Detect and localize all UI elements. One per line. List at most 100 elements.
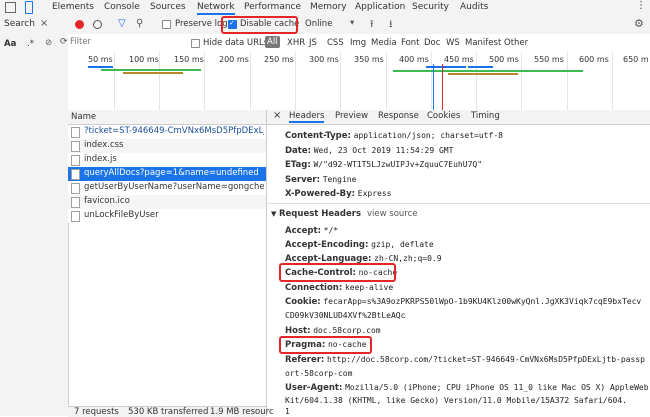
request-row[interactable]: getUserByUserName?userName=gongchenghui (68, 181, 266, 195)
timeline-tick: 50 ms (88, 55, 113, 64)
devtools-tab-bar: Elements Console Sources Network Perform… (0, 0, 650, 16)
header-key: Referer: (285, 355, 325, 365)
dom-content-loaded-marker (433, 64, 434, 110)
tab-timing[interactable]: Timing (471, 111, 500, 121)
panel-divider[interactable] (266, 110, 267, 416)
request-name: getUserByUserName?userName=gongchenghui (84, 182, 264, 192)
xhr-file-icon (71, 211, 80, 222)
chevron-down-icon[interactable]: ▾ (350, 18, 354, 28)
type-filter-css[interactable]: CSS (327, 38, 344, 48)
view-source-link[interactable]: view source (367, 209, 418, 219)
request-row[interactable]: index.js (68, 153, 266, 167)
header-line: Referer: http://doc.58corp.com/?ticket=S… (285, 355, 645, 365)
tab-performance[interactable]: Performance (244, 0, 301, 15)
header-value: application/json; charset=utf-8 (353, 131, 503, 140)
tab-audits[interactable]: Audits (460, 0, 488, 15)
settings-gear-icon[interactable]: ⚙ (634, 17, 644, 30)
header-line: Host: doc.58corp.com (285, 326, 381, 336)
refresh-icon[interactable]: ⟳ (60, 37, 68, 47)
timeline-tick: 350 ms (354, 55, 384, 64)
type-filter-xhr[interactable]: XHR (287, 38, 305, 48)
header-value: Mozilla/5.0 (iPhone; CPU iPhone OS 11_0 … (345, 383, 649, 392)
request-row[interactable]: ?ticket=ST-946649-CmVNx6MsD5PfpDExLjtb..… (68, 125, 266, 139)
timeline-overview[interactable]: 50 ms 100 ms 150 ms 200 ms 250 ms 300 ms… (68, 52, 650, 111)
request-headers-title[interactable]: Request Headers (279, 209, 361, 219)
type-filter-media[interactable]: Media (371, 38, 397, 48)
close-details-icon[interactable]: × (273, 110, 281, 121)
timeline-bar (468, 66, 493, 68)
tab-memory[interactable]: Memory (310, 0, 347, 15)
more-options-icon[interactable]: ⋮ (636, 0, 646, 11)
filter-bar: ⟳ Hide data URLs All XHR JS CSS Img Medi… (60, 34, 650, 53)
type-filter-doc[interactable]: Doc (424, 38, 440, 48)
header-value-continued: ort-58corp-com (285, 369, 353, 378)
type-filter-all[interactable]: All (265, 36, 280, 48)
header-value: W/"d92-WT1T5LJzwUIPJv+ZquuC7EuhU7Q" (313, 160, 483, 169)
expand-triangle-icon[interactable]: ▼ (271, 210, 276, 218)
timeline-tick: 600 ms (579, 55, 609, 64)
preserve-log-checkbox[interactable] (162, 20, 171, 29)
hide-data-urls-label: Hide data URLs (203, 38, 269, 48)
hide-data-urls-checkbox[interactable] (191, 39, 200, 48)
document-file-icon (71, 127, 80, 138)
header-key: Accept: (285, 226, 321, 236)
tab-sources[interactable]: Sources (150, 0, 186, 15)
timeline-bar (426, 66, 466, 68)
header-line: User-Agent: Mozilla/5.0 (iPhone; CPU iPh… (285, 383, 649, 393)
type-filter-ws[interactable]: WS (446, 38, 460, 48)
record-icon[interactable] (75, 20, 84, 29)
clear-search-icon[interactable]: ⊘ (45, 38, 52, 48)
request-row[interactable]: favicon.ico (68, 195, 266, 209)
tab-response[interactable]: Response (378, 111, 419, 121)
inspect-icon[interactable] (5, 2, 16, 13)
filter-input[interactable] (70, 36, 180, 47)
device-toolbar-icon[interactable] (25, 1, 33, 14)
request-name: index.js (84, 154, 117, 164)
type-filter-other[interactable]: Other (504, 38, 528, 48)
type-filter-js[interactable]: JS (309, 38, 317, 48)
js-file-icon (71, 155, 80, 166)
tab-application[interactable]: Application (355, 0, 405, 15)
clear-icon[interactable] (93, 20, 102, 29)
close-icon[interactable]: × (40, 18, 48, 29)
tab-network[interactable]: Network (197, 0, 235, 15)
xhr-file-icon (71, 183, 80, 194)
tab-elements[interactable]: Elements (52, 0, 94, 15)
status-bar: 7 requests 530 KB transferred 1.9 MB res… (68, 406, 274, 417)
header-key: Connection: (285, 283, 343, 293)
request-row[interactable]: index.css (68, 139, 266, 153)
type-filter-img[interactable]: Img (350, 38, 366, 48)
tab-console[interactable]: Console (104, 0, 140, 15)
network-toolbar: Search × ▽ ⚲ Preserve log Disable cache … (0, 15, 650, 35)
tab-headers[interactable]: Headers (289, 111, 325, 123)
throttle-select[interactable]: Online (305, 19, 332, 29)
header-value: zh-CN,zh;q=0.9 (374, 254, 442, 263)
timeline-tick: 650 m (623, 55, 649, 64)
request-list-header[interactable]: Name (68, 110, 266, 125)
import-har-icon[interactable]: ⭱ (370, 17, 374, 34)
match-case-toggle[interactable]: Aa (4, 39, 16, 49)
export-har-icon[interactable]: ⭳ (389, 17, 393, 34)
section-divider (267, 203, 650, 204)
request-name: queryAllDocs?page=1&name=undefined (84, 168, 259, 178)
timeline-tick: 250 ms (264, 55, 294, 64)
regex-toggle[interactable]: .* (27, 39, 34, 49)
header-value: Wed, 23 Oct 2019 11:54:29 GMT (313, 146, 454, 155)
type-filter-manifest[interactable]: Manifest (465, 38, 501, 48)
tab-security[interactable]: Security (412, 0, 449, 15)
header-value: Tengine (322, 175, 357, 184)
header-key: Cookie: (285, 297, 321, 307)
request-row[interactable]: unLockFileByUser (68, 209, 266, 223)
tab-preview[interactable]: Preview (335, 111, 368, 121)
tab-cookies[interactable]: Cookies (427, 111, 460, 121)
timeline-tick: 150 ms (174, 55, 204, 64)
request-row-selected[interactable]: queryAllDocs?page=1&name=undefined (68, 167, 266, 181)
name-column-header[interactable]: Name (71, 112, 96, 122)
filter-icon[interactable]: ▽ (118, 18, 126, 29)
header-line: Server: Tengine (285, 175, 356, 185)
type-filter-font[interactable]: Font (401, 38, 420, 48)
timeline-tick: 550 ms (534, 55, 564, 64)
preserve-log-label: Preserve log (175, 19, 228, 29)
timeline-tick: 300 ms (309, 55, 339, 64)
search-icon[interactable]: ⚲ (136, 18, 143, 29)
